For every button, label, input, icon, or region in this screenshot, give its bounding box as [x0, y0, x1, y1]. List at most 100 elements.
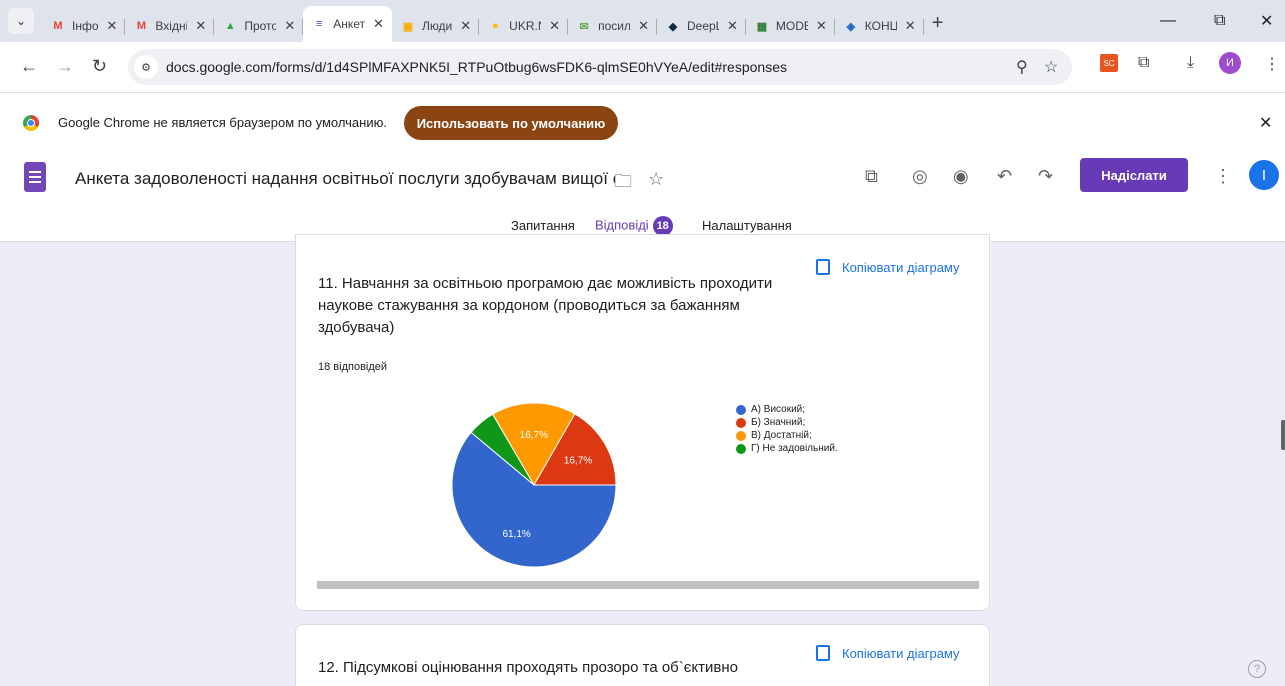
mail-icon: ✉: [579, 20, 589, 33]
responses-count: 18 відповідей: [318, 361, 388, 373]
mode-icon: ▦: [756, 20, 768, 33]
new-tab-button[interactable]: +: [932, 12, 944, 35]
infobar-message: Google Chrome не является браузером по у…: [58, 115, 387, 130]
browser-tab-label: посил: [598, 19, 631, 33]
legend-item[interactable]: Б) Значний;: [736, 416, 838, 429]
reload-icon[interactable]: ↻: [92, 56, 107, 77]
close-tab-icon[interactable]: ✕: [549, 18, 560, 34]
form-title-text: Анкета задоволеності надання освітньої п…: [75, 169, 615, 188]
close-tab-icon[interactable]: ✕: [905, 18, 916, 34]
copy-chart-button[interactable]: Копіювати діаграму: [816, 645, 960, 661]
pie-slice-label: 61,1%: [502, 529, 530, 540]
preview-eye-icon[interactable]: ◉: [953, 166, 969, 187]
url-text[interactable]: docs.google.com/forms/d/1d4SPlMFAXPNK5I_…: [166, 59, 787, 75]
legend-item[interactable]: Г) Не задовільний.: [736, 442, 838, 455]
browser-tab-label: UKR.N: [509, 19, 541, 33]
browser-tab[interactable]: ▲ Прото ✕: [214, 10, 304, 42]
redo-icon[interactable]: ↷: [1038, 166, 1053, 187]
legend-dot-icon: [736, 404, 746, 415]
minimize-button[interactable]: —: [1160, 0, 1176, 42]
extension-sc-icon[interactable]: SC: [1100, 54, 1118, 72]
site-info-icon[interactable]: ⚙: [134, 55, 158, 79]
tabs-container: M Інфо ✕ M Вхідні ✕ ▲ Прото ✕ ≡ Анкет ✕ ▣ Люди ✕ ● UKR.N…: [42, 0, 924, 42]
download-icon[interactable]: ⤓: [1187, 54, 1194, 72]
close-tab-icon[interactable]: ✕: [107, 18, 118, 34]
pie-chart: 61,1% 16,7% 16,7%: [451, 402, 617, 568]
close-window-button[interactable]: ✕: [1260, 0, 1273, 42]
close-tab-icon[interactable]: ✕: [816, 18, 827, 34]
help-icon[interactable]: ?: [1248, 660, 1266, 678]
browser-tab-label: MODE: [775, 19, 808, 33]
tab-questions[interactable]: Запитання: [511, 218, 575, 233]
google-forms-icon[interactable]: [24, 162, 46, 192]
browser-tab[interactable]: ✉ посил ✕: [568, 10, 657, 42]
ukrnet-icon: ●: [491, 20, 499, 32]
account-avatar[interactable]: I: [1249, 160, 1279, 190]
star-icon[interactable]: ☆: [648, 169, 664, 190]
browser-tab[interactable]: ◆ DeepL ✕: [657, 10, 746, 42]
tab-settings[interactable]: Налаштування: [702, 218, 792, 233]
browser-menu-icon[interactable]: ⋮: [1264, 54, 1280, 74]
pie-slice-label: 16,7%: [520, 430, 548, 441]
copy-icon: [816, 645, 830, 661]
restore-button[interactable]: ⧉: [1214, 0, 1225, 42]
horizontal-scrollbar[interactable]: [317, 581, 979, 589]
question-card: Копіювати діаграму 11. Навчання за освіт…: [295, 234, 990, 611]
profile-avatar[interactable]: И: [1219, 52, 1241, 74]
browser-tab-label: Прото: [244, 19, 277, 33]
side-panel-handle[interactable]: [1281, 420, 1285, 450]
zoom-icon[interactable]: ⚲: [1016, 57, 1028, 77]
folder-icon[interactable]: 🗀: [614, 169, 632, 199]
close-tab-icon[interactable]: ✕: [373, 16, 384, 32]
copy-icon: [816, 259, 830, 275]
close-tab-icon[interactable]: ✕: [195, 18, 206, 34]
gmail-icon: M: [53, 20, 63, 32]
legend-item[interactable]: А) Високий;: [736, 403, 838, 416]
forms-header: Анкета задоволеності надання освітньої п…: [0, 152, 1285, 242]
address-bar[interactable]: ⚙ docs.google.com/forms/d/1d4SPlMFAXPNK5…: [128, 49, 1072, 85]
legend-label: В) Достатній;: [751, 430, 812, 441]
close-tab-icon[interactable]: ✕: [460, 18, 471, 34]
browser-tab-label: Люди: [421, 19, 453, 33]
tab-responses-label: Відповіді: [595, 217, 649, 233]
close-tab-icon[interactable]: ✕: [284, 18, 295, 34]
browser-tab[interactable]: ● UKR.N ✕: [479, 10, 568, 42]
browser-tab[interactable]: ◈ КОНЦ ✕: [835, 10, 924, 42]
question-card: Копіювати діаграму 12. Підсумкові оцінюв…: [295, 624, 990, 686]
extensions-puzzle-icon[interactable]: ⧉: [1138, 54, 1149, 72]
browser-tab[interactable]: M Вхідні ✕: [125, 10, 215, 42]
browser-tab-label: Інфо: [72, 19, 99, 33]
chrome-logo-icon: [23, 115, 39, 131]
undo-icon[interactable]: ↶: [997, 166, 1012, 187]
browser-tab[interactable]: ≡ Анкет ✕: [303, 6, 392, 42]
legend-dot-icon: [736, 417, 746, 428]
legend-dot-icon: [736, 430, 746, 441]
forward-icon[interactable]: →: [56, 56, 74, 77]
addon-puzzle-icon[interactable]: ⧉: [865, 166, 878, 187]
browser-tab[interactable]: M Інфо ✕: [42, 10, 126, 42]
copy-chart-button[interactable]: Копіювати діаграму: [816, 259, 960, 275]
browser-tab-label: КОНЦ: [864, 19, 897, 33]
close-tab-icon[interactable]: ✕: [638, 18, 649, 34]
back-icon[interactable]: ←: [20, 56, 38, 77]
more-options-icon[interactable]: ⋮: [1214, 166, 1232, 187]
browser-tab-strip: ⌄ M Інфо ✕ M Вхідні ✕ ▲ Прото ✕ ≡ Анкет ✕ ▣ Люди ✕ ● UKR…: [0, 0, 1285, 42]
browser-tab[interactable]: ▣ Люди ✕: [392, 10, 480, 42]
browser-tab-label: Анкет: [333, 17, 366, 31]
legend-label: Б) Значний;: [751, 417, 806, 428]
close-tab-icon[interactable]: ✕: [727, 18, 738, 34]
palette-icon[interactable]: ◎: [912, 166, 928, 187]
send-button[interactable]: Надіслати: [1080, 158, 1188, 192]
form-title[interactable]: Анкета задоволеності надання освітньої п…: [75, 169, 615, 189]
browser-tab-label: Вхідні: [155, 19, 188, 33]
browser-tab[interactable]: ▦ MODE ✕: [746, 10, 835, 42]
tab-search-button[interactable]: ⌄: [8, 8, 34, 34]
legend-item[interactable]: В) Достатній;: [736, 429, 838, 442]
infobar-close-icon[interactable]: ✕: [1259, 113, 1272, 133]
tab-responses[interactable]: Відповіді 18: [595, 216, 673, 236]
question-title: 12. Підсумкові оцінювання проходять проз…: [318, 659, 738, 676]
set-default-button[interactable]: Использовать по умолчанию: [404, 106, 618, 140]
bookmark-star-icon[interactable]: ☆: [1044, 57, 1058, 77]
gmail-icon: M: [136, 20, 146, 32]
contacts-icon: ▣: [402, 20, 414, 33]
